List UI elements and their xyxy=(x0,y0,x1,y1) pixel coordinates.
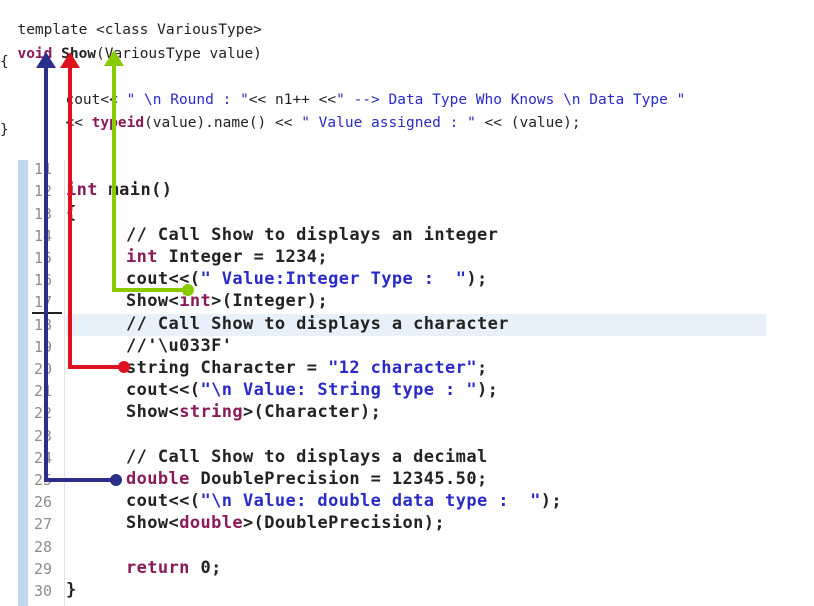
red-arrow-dot xyxy=(118,361,130,373)
red-arrow xyxy=(60,52,130,373)
green-arrow-dot xyxy=(182,284,194,296)
navy-arrow-dot xyxy=(110,474,122,486)
green-arrow xyxy=(104,50,194,296)
green-arrow-path xyxy=(112,58,188,292)
annotation-arrows xyxy=(36,50,194,486)
navy-arrow-path xyxy=(44,60,116,482)
navy-arrow-head xyxy=(36,52,56,68)
green-arrow-head xyxy=(104,50,124,66)
red-arrow-head xyxy=(60,52,80,68)
navy-arrow xyxy=(36,52,122,486)
